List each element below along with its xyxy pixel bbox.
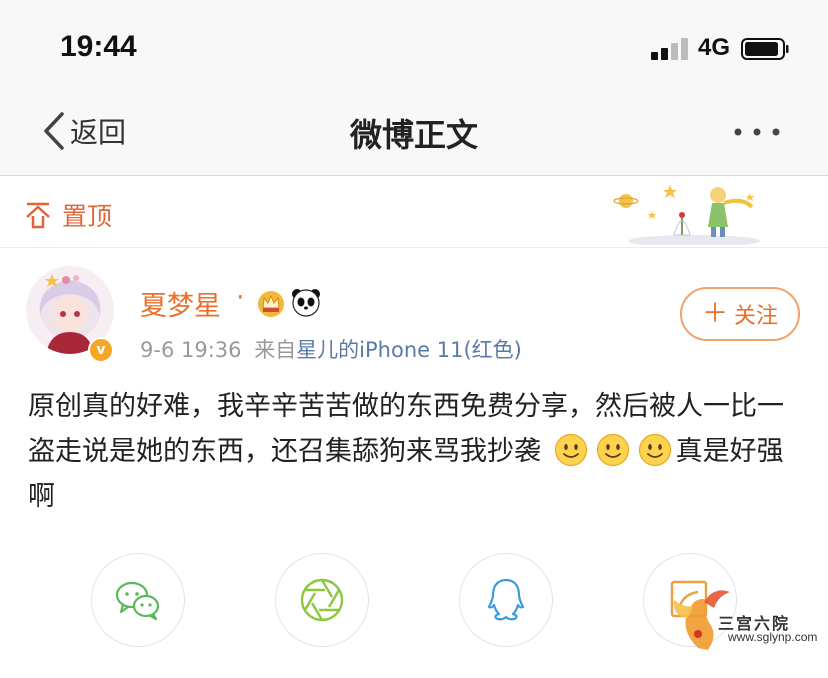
status-time: 19:44 bbox=[60, 30, 137, 63]
moments-icon bbox=[300, 578, 344, 622]
name-separator: · bbox=[236, 282, 245, 313]
username[interactable]: 夏梦星 bbox=[140, 284, 221, 323]
nav-bar: 返回 微博正文 bbox=[0, 100, 828, 166]
verified-badge: v bbox=[88, 337, 114, 363]
plus-icon: ＋ bbox=[701, 299, 728, 329]
little-prince-illustration bbox=[613, 185, 760, 245]
smile-emoji-icon bbox=[596, 433, 629, 467]
post-source[interactable]: 星儿的iPhone 11(红色) bbox=[296, 338, 522, 362]
wechat-icon bbox=[115, 581, 160, 621]
back-label: 返回 bbox=[70, 116, 127, 149]
crown-badge-icon bbox=[258, 291, 284, 317]
network-label: 4G bbox=[698, 34, 731, 61]
pin-indicator: 置顶 bbox=[24, 197, 112, 233]
smile-emoji-icon bbox=[638, 433, 671, 467]
back-button[interactable]: 返回 bbox=[40, 110, 126, 152]
signal-icon bbox=[651, 38, 689, 60]
share-qq-button[interactable] bbox=[459, 553, 553, 647]
post-timestamp: 9-6 19:36 bbox=[140, 338, 242, 362]
pin-label: 置顶 bbox=[62, 202, 113, 231]
panda-badge-icon bbox=[292, 289, 320, 317]
watermark-url: www.sglynp.com bbox=[728, 630, 818, 644]
smile-emoji-icon bbox=[554, 433, 587, 467]
chevron-left-icon bbox=[44, 112, 64, 150]
battery-icon bbox=[741, 38, 789, 60]
pin-bar: 置顶 bbox=[0, 177, 828, 248]
post-content: 原创真的好难，我辛辛苦苦做的东西免费分享，然后被人一比一盗走说是她的东西，还召集… bbox=[28, 384, 808, 519]
top-bar: 19:44 4G 返回 微博正文 bbox=[0, 0, 828, 176]
follow-label: 关注 bbox=[734, 304, 779, 329]
source-prefix: 来自 bbox=[254, 338, 297, 362]
qq-icon bbox=[487, 578, 525, 621]
follow-button[interactable]: ＋ 关注 bbox=[680, 287, 800, 341]
share-wechat-button[interactable] bbox=[91, 553, 185, 647]
more-options-icon[interactable] bbox=[732, 120, 782, 144]
pin-top-icon bbox=[26, 202, 50, 229]
post-meta: 9-6 19:36 来自星儿的iPhone 11(红色) bbox=[140, 334, 522, 364]
share-moments-button[interactable] bbox=[275, 553, 369, 647]
